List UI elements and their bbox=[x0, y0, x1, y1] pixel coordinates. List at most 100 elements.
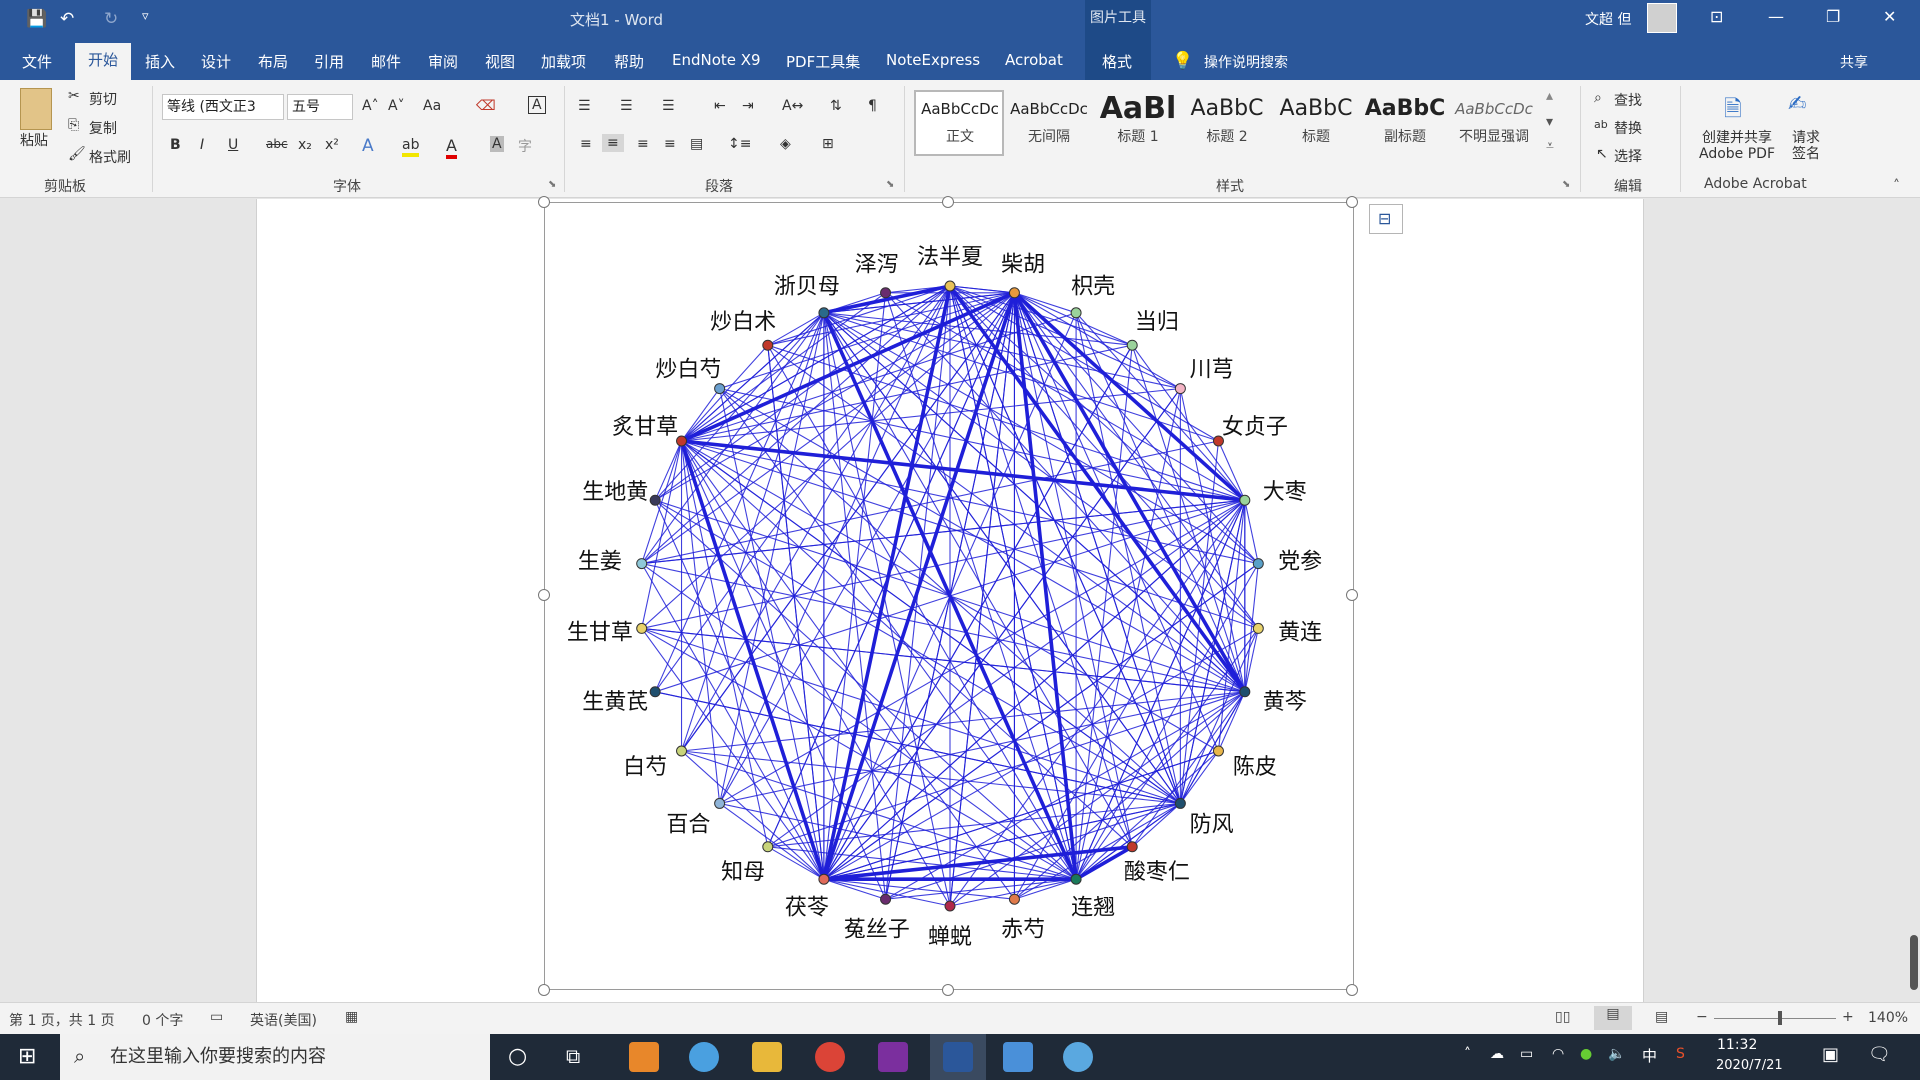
distributed-icon[interactable]: ▤ bbox=[690, 136, 703, 152]
zoom-level[interactable]: 140% bbox=[1868, 1010, 1908, 1026]
browser-icon[interactable] bbox=[689, 1042, 719, 1072]
user-name[interactable]: 文超 但 bbox=[1585, 9, 1631, 29]
find-icon[interactable]: ⌕ bbox=[1594, 90, 1602, 106]
wifi-icon[interactable]: ◠ bbox=[1552, 1046, 1564, 1062]
styles-dialog-icon[interactable]: ⬊ bbox=[1562, 179, 1570, 190]
macro-icon[interactable]: ▦ bbox=[345, 1009, 358, 1025]
save-icon[interactable]: 💾 bbox=[26, 9, 47, 29]
style-0[interactable]: AaBbCcDc 正文 bbox=[916, 92, 1004, 152]
vertical-scrollbar[interactable] bbox=[1910, 935, 1918, 990]
styles-more-icon[interactable]: ⩡ bbox=[1546, 138, 1554, 154]
styles-up-icon[interactable]: ▴ bbox=[1546, 88, 1553, 104]
notification-icon[interactable]: 🗨 bbox=[1868, 1044, 1891, 1065]
select-button[interactable]: 选择 bbox=[1614, 146, 1642, 166]
zoom-out-button[interactable]: − bbox=[1696, 1009, 1708, 1025]
tab-file[interactable]: 文件 bbox=[22, 51, 52, 72]
word-count[interactable]: 0 个字 bbox=[142, 1010, 183, 1030]
tab-endnote[interactable]: EndNote X9 bbox=[672, 51, 761, 69]
ime-indicator[interactable]: 中 bbox=[1642, 1045, 1657, 1066]
tab-pdf-tools[interactable]: PDF工具集 bbox=[786, 51, 860, 72]
select-icon[interactable]: ↖ bbox=[1596, 146, 1608, 162]
search-app-icon[interactable] bbox=[629, 1042, 659, 1072]
collapse-ribbon-icon[interactable]: ˄ bbox=[1893, 178, 1900, 194]
styles-down-icon[interactable]: ▾ bbox=[1546, 114, 1553, 130]
italic-button[interactable]: I bbox=[200, 137, 204, 153]
font-name-combo[interactable]: 等线 (西文正3 bbox=[162, 94, 284, 120]
replace-button[interactable]: 替换 bbox=[1614, 118, 1642, 138]
create-pdf-icon[interactable]: 🗎 bbox=[1724, 92, 1742, 130]
resize-handle[interactable] bbox=[538, 589, 550, 601]
windows-start-icon[interactable]: ⊞ bbox=[18, 1044, 36, 1069]
network-figure[interactable]: 泽泻 法半夏 柴胡 枳壳 当归 川芎 女贞子 大枣 党参 黄连 黄芩 陈皮 防风 酸枣仁 连翘 赤芍 蝉蜕 菟丝子… bbox=[544, 202, 1354, 990]
tab-noteexpress[interactable]: NoteExpress bbox=[886, 51, 980, 69]
cut-icon[interactable]: ✂ bbox=[68, 88, 80, 104]
tab-references[interactable]: 引用 bbox=[314, 51, 344, 72]
align-center-icon[interactable]: ≡ bbox=[602, 134, 624, 152]
text-effect-button[interactable]: A bbox=[362, 136, 374, 156]
tab-review[interactable]: 审阅 bbox=[428, 51, 458, 72]
resize-handle[interactable] bbox=[538, 984, 550, 996]
tab-design[interactable]: 设计 bbox=[201, 51, 231, 72]
layout-options-button[interactable]: ⊟ bbox=[1369, 204, 1403, 234]
align-right-icon[interactable]: ≡ bbox=[637, 136, 649, 152]
enclose-char-button[interactable]: 字 bbox=[518, 136, 532, 156]
decrease-indent-icon[interactable]: ⇤ bbox=[714, 98, 726, 114]
read-mode-icon[interactable]: ▯▯ bbox=[1555, 1009, 1570, 1025]
resize-handle[interactable] bbox=[1346, 196, 1358, 208]
style-3[interactable]: AaBbC 标题 2 bbox=[1183, 92, 1271, 152]
page-count[interactable]: 第 1 页，共 1 页 bbox=[9, 1010, 115, 1030]
increase-indent-icon[interactable]: ⇥ bbox=[742, 98, 754, 114]
zoom-in-button[interactable]: + bbox=[1842, 1009, 1854, 1025]
paste-button[interactable]: 粘贴 bbox=[20, 130, 48, 150]
task-switch-icon[interactable]: ▣ bbox=[1822, 1044, 1839, 1065]
char-border-button[interactable]: A bbox=[528, 96, 546, 114]
grow-font-button[interactable]: A˄ bbox=[362, 98, 379, 114]
battery-icon[interactable]: ▭ bbox=[1520, 1046, 1533, 1062]
clear-format-icon[interactable]: ⌫ bbox=[476, 98, 496, 114]
zoom-slider[interactable] bbox=[1714, 1018, 1836, 1019]
customize-toolbar-icon[interactable]: ▿ bbox=[142, 9, 149, 24]
style-1[interactable]: AaBbCcDc 无间隔 bbox=[1005, 92, 1093, 152]
minimize-button[interactable]: — bbox=[1768, 7, 1784, 26]
tab-acrobat[interactable]: Acrobat bbox=[1005, 51, 1063, 69]
web-layout-icon[interactable]: ▤ bbox=[1655, 1009, 1668, 1025]
tray-expand-icon[interactable]: ˄ bbox=[1464, 1046, 1471, 1062]
onenote-icon[interactable] bbox=[878, 1042, 908, 1072]
font-size-combo[interactable]: 五号 bbox=[287, 94, 353, 120]
superscript-button[interactable]: x² bbox=[325, 137, 339, 153]
tell-me-search[interactable]: 操作说明搜索 bbox=[1204, 52, 1288, 72]
paragraph-dialog-icon[interactable]: ⬊ bbox=[886, 179, 894, 190]
taskbar-search[interactable]: 在这里输入你要搜索的内容 bbox=[60, 1034, 490, 1080]
replace-icon[interactable]: ab bbox=[1594, 118, 1608, 131]
word-icon[interactable] bbox=[943, 1042, 973, 1072]
sort-icon[interactable]: ⇅ bbox=[830, 98, 842, 114]
sogou-icon[interactable]: S bbox=[1676, 1046, 1685, 1062]
char-shading-button[interactable]: A bbox=[490, 136, 504, 152]
format-painter-button[interactable]: 格式刷 bbox=[89, 147, 131, 167]
network-app-icon[interactable] bbox=[1063, 1042, 1093, 1072]
tab-mailings[interactable]: 邮件 bbox=[371, 51, 401, 72]
bold-button[interactable]: B bbox=[170, 137, 181, 153]
chinese-layout-icon[interactable]: A↔ bbox=[782, 98, 803, 114]
show-marks-icon[interactable]: ¶ bbox=[868, 98, 877, 114]
ribbon-display-icon[interactable]: ⊡ bbox=[1710, 7, 1723, 26]
justify-icon[interactable]: ≡ bbox=[664, 136, 676, 152]
clock-time[interactable]: 11:32 bbox=[1717, 1037, 1757, 1053]
tab-layout[interactable]: 布局 bbox=[258, 51, 288, 72]
tab-format[interactable]: 格式 bbox=[1102, 51, 1132, 72]
tab-addins[interactable]: 加载项 bbox=[541, 51, 586, 72]
style-5[interactable]: AaBbC 副标题 bbox=[1361, 92, 1449, 152]
multilevel-list-icon[interactable]: ☰ bbox=[662, 98, 675, 114]
bullets-icon[interactable]: ☰ bbox=[578, 98, 591, 114]
zoom-slider-thumb[interactable] bbox=[1778, 1011, 1782, 1025]
resize-handle[interactable] bbox=[1346, 589, 1358, 601]
task-view-icon[interactable]: ⧉ bbox=[566, 1044, 580, 1068]
tab-view[interactable]: 视图 bbox=[485, 51, 515, 72]
shrink-font-button[interactable]: A˅ bbox=[388, 98, 405, 114]
paste-icon[interactable] bbox=[20, 88, 52, 130]
request-sign-icon[interactable]: ✍ bbox=[1788, 92, 1806, 117]
borders-icon[interactable]: ⊞ bbox=[822, 136, 834, 152]
chrome-icon[interactable] bbox=[815, 1042, 845, 1072]
find-button[interactable]: 查找 bbox=[1614, 90, 1642, 110]
style-4[interactable]: AaBbC 标题 bbox=[1272, 92, 1360, 152]
